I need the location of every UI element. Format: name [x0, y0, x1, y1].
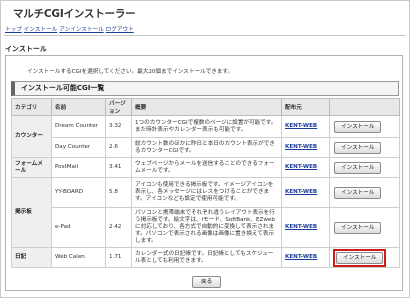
install-button-postmail[interactable]: インストール: [334, 161, 382, 174]
action-cell: インストール: [329, 207, 400, 248]
section-title: インストール可能CGI一覧: [11, 81, 399, 96]
install-button-day-counter[interactable]: インストール: [334, 141, 382, 154]
table-row: カウンター Dream Counter 3.32 1つのカウンターCGIで複数の…: [11, 115, 400, 158]
header-source: 配布元: [281, 98, 330, 116]
source-cell: KENT-WEB: [281, 207, 330, 248]
header-action: [329, 98, 400, 116]
table-row: 日記 Web Calen 1.71 カレンダー式の日記帳です。日記帳としてもスケ…: [11, 247, 400, 268]
install-button-e-pad[interactable]: インストール: [334, 221, 382, 234]
category-counter: カウンター: [11, 115, 52, 158]
cgi-summary: パソコンと携帯端末でそれぞれ違うレイアウト表示を行う掲示板です。絵文字は、iモー…: [131, 207, 282, 248]
nav-link-top[interactable]: トップ: [5, 27, 22, 33]
cgi-summary: アイコンも使用できる掲示板です。イメージアイコンを表示し、各メッセージにはレスを…: [131, 177, 282, 208]
source-cell: KENT-WEB: [281, 177, 330, 208]
cgi-version: 5.8: [105, 177, 132, 208]
action-cell: インストール: [329, 177, 400, 208]
source-link[interactable]: KENT-WEB: [285, 224, 317, 230]
nav-link-install[interactable]: インストール: [24, 27, 57, 33]
top-nav: トップ インストール アンインストール ログアウト: [5, 25, 136, 33]
source-cell: KENT-WEB: [281, 137, 330, 158]
category-formmail: フォームメール: [11, 157, 52, 178]
cgi-summary: 1つのカウンターCGIで複数のページに設置が可能です。また時計表示やカレンダー表…: [131, 115, 282, 138]
cgi-name: YY-BOARD: [51, 177, 106, 208]
table-row: e-Pad 2.42 パソコンと携帯端末でそれぞれ違うレイアウト表示を行う掲示板…: [12, 207, 400, 248]
cgi-version: 1.71: [105, 247, 132, 268]
cgi-name: Web Calen: [51, 247, 106, 268]
cgi-summary: ウェブページからメールを送信することのできるフォームメールです。: [131, 157, 282, 178]
intro-text: インストールするCGIを選択してください。最大20個までインストールできます。: [27, 69, 234, 75]
cgi-name: Dream Counter: [51, 115, 106, 138]
category-board: 掲示板: [11, 177, 52, 248]
page-heading: インストール: [5, 45, 47, 53]
cgi-version: 2.42: [105, 207, 132, 248]
cgi-table: カテゴリ 名前 バージョン 概要 配布元 カウンター Dream Counter…: [11, 98, 400, 268]
source-cell: KENT-WEB: [281, 157, 330, 178]
source-cell: KENT-WEB: [281, 115, 330, 138]
install-button-yy-board[interactable]: インストール: [334, 186, 382, 199]
action-cell: インストール: [329, 247, 400, 268]
install-button-web-calen[interactable]: インストール: [336, 251, 384, 264]
source-cell: KENT-WEB: [281, 247, 330, 268]
app-title: マルチCGIインストーラー: [13, 8, 136, 20]
table-header-row: カテゴリ 名前 バージョン 概要 配布元: [11, 98, 400, 116]
action-cell: インストール: [329, 137, 400, 158]
table-row: Day Counter 2.6 総カウント数のほかに昨日と本日のカウント表示がで…: [12, 137, 400, 158]
divider: [4, 35, 406, 36]
cgi-version: 3.41: [105, 157, 132, 178]
category-diary: 日記: [11, 247, 52, 268]
nav-link-uninstall[interactable]: アンインストール: [59, 27, 103, 33]
header-version: バージョン: [105, 98, 132, 116]
source-link[interactable]: KENT-WEB: [285, 189, 317, 195]
back-button[interactable]: 戻る: [192, 276, 222, 288]
table-row: 掲示板 YY-BOARD 5.8 アイコンも使用できる掲示板です。イメージアイコ…: [11, 177, 400, 248]
header-summary: 概要: [131, 98, 282, 116]
install-button-dream-counter[interactable]: インストール: [334, 120, 382, 133]
header-name: 名前: [51, 98, 106, 116]
cgi-summary: カレンダー式の日記帳です。日記帳としてもスケジュール表としても利用できます。: [131, 247, 282, 268]
cgi-name: Day Counter: [51, 137, 106, 158]
nav-link-logout[interactable]: ログアウト: [106, 27, 134, 33]
cgi-version: 3.32: [105, 115, 132, 138]
cgi-name: PostMail: [51, 157, 106, 178]
cgi-summary: 総カウント数のほかに昨日と本日のカウント表示ができるカウンターCGIです。: [131, 137, 282, 158]
table-row: フォームメール PostMail 3.41 ウェブページからメールを送信すること…: [11, 157, 400, 178]
source-link[interactable]: KENT-WEB: [285, 123, 317, 129]
cgi-version: 2.6: [105, 137, 132, 158]
highlight-box: インストール: [333, 248, 387, 267]
source-link[interactable]: KENT-WEB: [285, 254, 317, 260]
action-cell: インストール: [329, 157, 400, 178]
cgi-name: e-Pad: [51, 207, 106, 248]
source-link[interactable]: KENT-WEB: [285, 164, 317, 170]
source-link[interactable]: KENT-WEB: [285, 144, 317, 150]
action-cell: インストール: [329, 115, 400, 138]
header-category: カテゴリ: [11, 98, 52, 116]
